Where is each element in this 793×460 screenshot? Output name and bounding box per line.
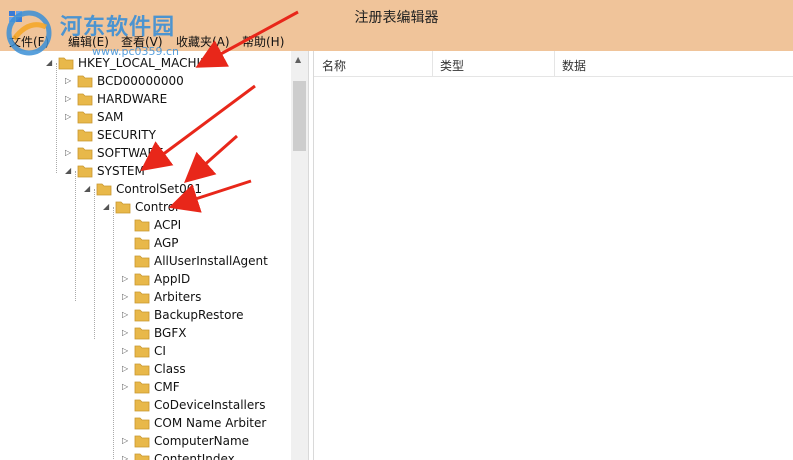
tree-item-label: CMF [154,380,180,394]
list-header: 名称 类型 数据 [314,51,793,77]
folder-icon [134,362,150,376]
folder-icon [58,56,74,70]
collapsed-arrow-icon[interactable]: ▷ [65,108,75,126]
collapsed-arrow-icon[interactable]: ▷ [65,90,75,108]
tree-item-label: AppID [154,272,191,286]
menu-edit[interactable]: 编辑(E) [68,33,109,50]
folder-icon [134,308,150,322]
folder-icon [77,164,93,178]
column-type[interactable]: 类型 [440,57,464,74]
collapsed-arrow-icon[interactable]: ▷ [122,432,132,450]
expanded-arrow-icon[interactable]: ◢ [65,162,75,180]
folder-icon [77,146,93,160]
tree-item-label: ContentIndex [154,452,235,460]
folder-icon [134,236,150,250]
tree-guide-line [56,63,57,173]
title-bar: 注册表编辑器 [0,0,793,32]
collapsed-arrow-icon[interactable]: ▷ [65,144,75,162]
expanded-arrow-icon[interactable]: ◢ [84,180,94,198]
tree-item-label: Control [135,200,179,214]
folder-icon [134,218,150,232]
value-list[interactable]: 名称 类型 数据 [313,51,793,460]
tree-item-label: SYSTEM [97,164,145,178]
tree-guide-line [75,171,76,301]
tree-item-label: BackupRestore [154,308,244,322]
folder-icon [134,398,150,412]
tree-item-label: HKEY_LOCAL_MACHINE [78,56,217,70]
folder-icon [134,254,150,268]
menu-help[interactable]: 帮助(H) [242,33,284,50]
tree-item-label: ACPI [154,218,182,232]
window-title: 注册表编辑器 [354,10,439,26]
collapsed-arrow-icon[interactable]: ▷ [122,324,132,342]
collapsed-arrow-icon[interactable]: ▷ [122,378,132,396]
menu-bar: 文件(F) 编辑(E) 查看(V) 收藏夹(A) 帮助(H) [0,32,793,51]
tree-item-label: ControlSet001 [116,182,202,196]
menu-view[interactable]: 查看(V) [121,33,163,50]
scroll-thumb[interactable] [293,81,306,151]
tree-item-label: BCD00000000 [97,74,184,88]
tree-item-label: BGFX [154,326,187,340]
tree-item-label: Arbiters [154,290,202,304]
collapsed-arrow-icon[interactable]: ▷ [122,288,132,306]
tree-item-label: SOFTWARE [97,146,164,160]
folder-icon [134,344,150,358]
folder-icon [77,74,93,88]
folder-icon [134,416,150,430]
folder-icon [77,110,93,124]
tree-item-label: HARDWARE [97,92,168,106]
folder-icon [96,182,112,196]
column-data[interactable]: 数据 [562,57,586,74]
expanded-arrow-icon[interactable]: ◢ [46,54,56,72]
tree-guide-line [94,189,95,339]
tree-guide-line [113,207,114,460]
tree-item-label: CoDeviceInstallers [154,398,266,412]
folder-icon [134,452,150,460]
tree-item-label: ComputerName [154,434,250,448]
collapsed-arrow-icon[interactable]: ▷ [122,342,132,360]
folder-icon [77,128,93,142]
folder-icon [134,290,150,304]
tree-item-label: AllUserInstallAgent [154,254,268,268]
tree-item-label: Class [154,362,186,376]
column-name[interactable]: 名称 [322,57,346,74]
collapsed-arrow-icon[interactable]: ▷ [122,306,132,324]
key-tree[interactable]: ◢ HKEY_LOCAL_MACHINE ▷ BCD00000000 ▷ HARDWARE… [0,51,309,460]
menu-favorites[interactable]: 收藏夹(A) [176,33,230,50]
scroll-up-arrow-icon[interactable]: ▲ [295,55,301,64]
folder-icon [134,326,150,340]
tree-item-label: COM Name Arbiter [154,416,267,430]
tree-item-label: AGP [154,236,179,250]
collapsed-arrow-icon[interactable]: ▷ [65,72,75,90]
collapsed-arrow-icon[interactable]: ▷ [122,450,132,460]
menu-file[interactable]: 文件(F) [9,33,49,50]
folder-icon [134,434,150,448]
column-divider[interactable] [554,51,555,76]
folder-icon [77,92,93,106]
column-divider[interactable] [432,51,433,76]
collapsed-arrow-icon[interactable]: ▷ [122,360,132,378]
tree-scrollbar[interactable]: ▲ [291,51,308,460]
folder-icon [134,272,150,286]
tree-item-label: CI [154,344,166,358]
expanded-arrow-icon[interactable]: ◢ [103,198,113,216]
tree-item-label: SAM [97,110,124,124]
collapsed-arrow-icon[interactable]: ▷ [122,270,132,288]
tree-item-label: SECURITY [97,128,156,142]
folder-icon [134,380,150,394]
folder-icon [115,200,131,214]
